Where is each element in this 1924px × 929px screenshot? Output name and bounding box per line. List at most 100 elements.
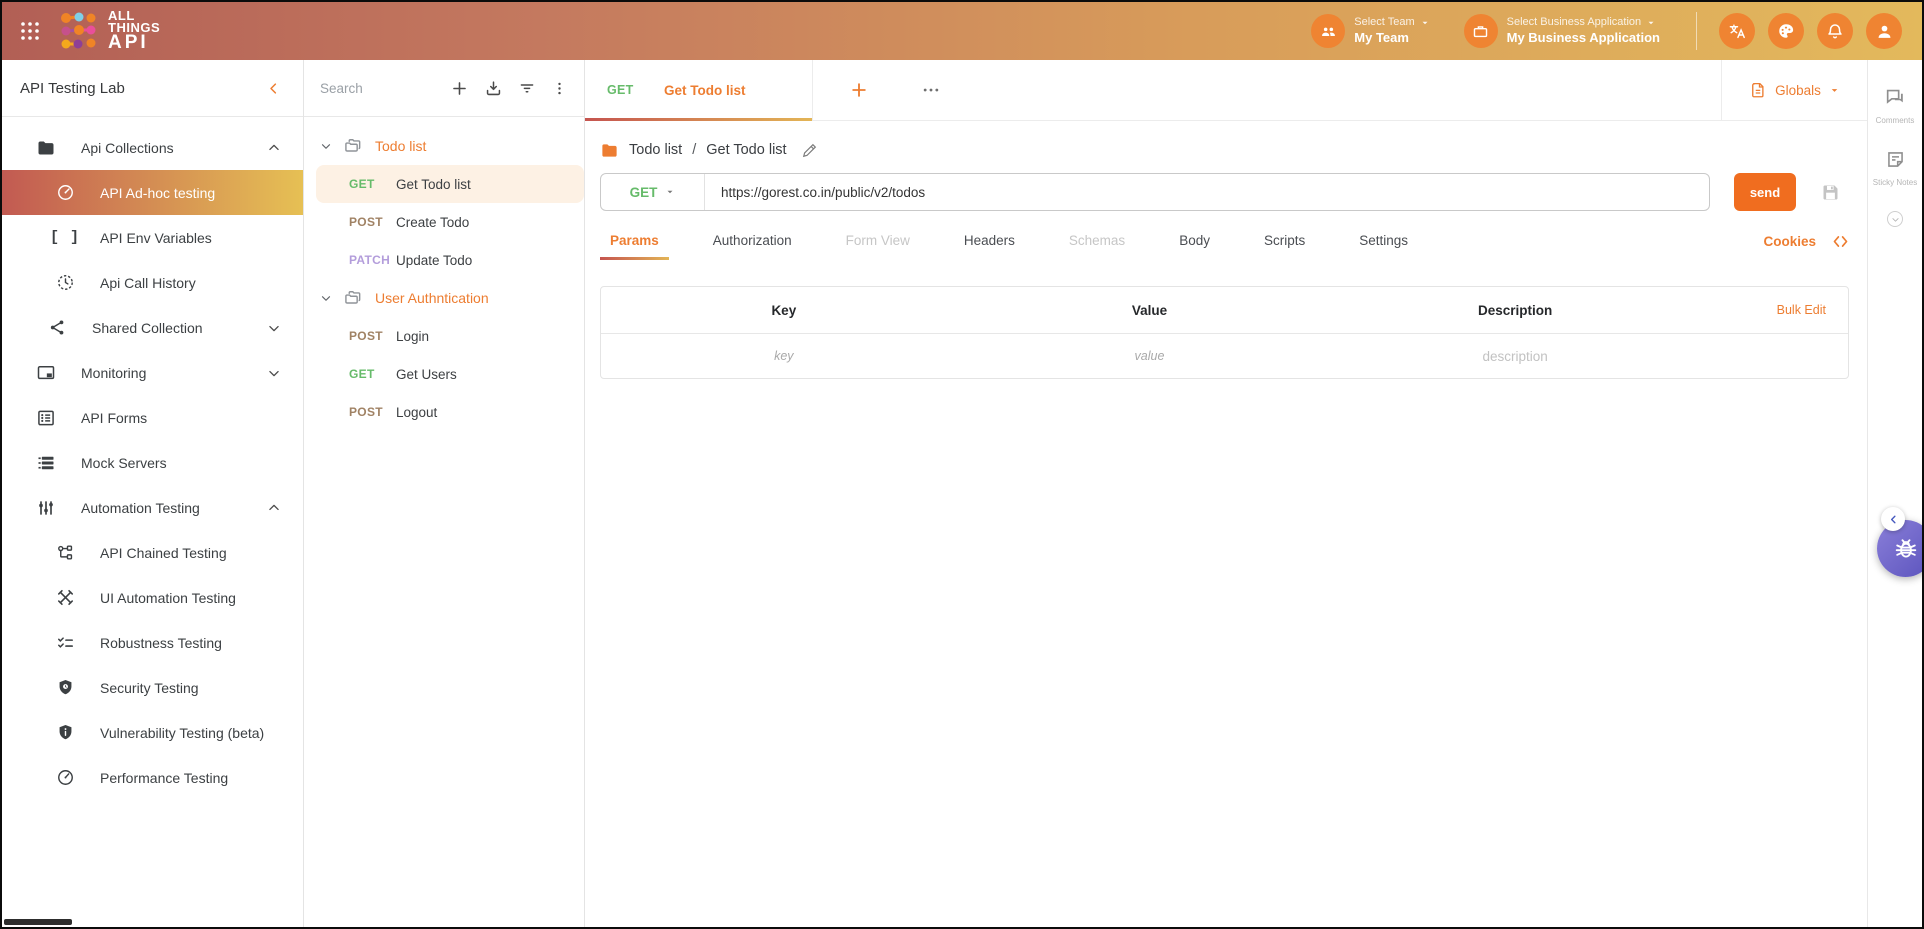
request-content: Todo list / Get Todo list GET send [585,121,1867,379]
params-table-header: Key Value Description Bulk Edit [601,287,1848,334]
business-app-selector[interactable]: Select Business Application My Business … [1464,14,1660,48]
request-subtabs: Params Authorization Form View Headers S… [600,233,1849,260]
chevron-down-icon [1420,18,1430,28]
subtab-params[interactable]: Params [600,233,669,260]
sidebar-item-ui-automation-testing[interactable]: UI Automation Testing [2,575,303,620]
globals-selector[interactable]: Globals [1721,60,1867,120]
new-tab-button[interactable] [849,80,869,100]
sidebar-item-api-call-history[interactable]: Api Call History [2,260,303,305]
add-collection-button[interactable] [450,79,469,98]
subtab-body[interactable]: Body [1169,233,1220,260]
sidebar-item-api-forms[interactable]: API Forms [2,395,303,440]
param-description-input[interactable] [1332,349,1698,364]
tree-folder-todo-list[interactable]: Todo list [304,127,584,165]
logo-mark-icon [58,10,100,52]
rail-expand-chevron-icon[interactable] [1887,211,1903,227]
tree-request-login[interactable]: POST Login [304,317,584,355]
logo-text: ALL THINGS API [108,10,160,53]
sidebar-item-robustness-testing[interactable]: Robustness Testing [2,620,303,665]
sticky-notes-button[interactable]: Sticky Notes [1873,149,1917,187]
theme-palette-button[interactable] [1768,13,1804,49]
sidebar-item-api-collections[interactable]: Api Collections [2,125,303,170]
method-badge: POST [349,405,396,419]
chevron-down-icon [267,321,281,335]
code-snippet-icon[interactable] [1832,233,1849,260]
servers-icon [35,453,57,473]
rename-pencil-icon[interactable] [801,142,818,159]
tree-folder-user-authentication[interactable]: User Authntication [304,279,584,317]
tab-get-todo-list[interactable]: GET Get Todo list [585,60,813,120]
tab-options-ellipsis-icon[interactable] [921,80,941,100]
team-selector[interactable]: Select Team My Team [1311,14,1429,48]
profile-avatar-button[interactable] [1866,13,1902,49]
sidebar-item-mock-servers[interactable]: Mock Servers [2,440,303,485]
sidebar-collapse-button[interactable] [266,81,281,96]
active-tab-underline [585,118,812,121]
method-badge: GET [349,367,396,381]
share-icon [46,318,68,337]
collections-explorer: Todo list GET Get Todo list POST Create … [304,60,585,927]
sidebar-item-api-env-variables[interactable]: [ ] API Env Variables [2,215,303,260]
horizontal-scrollbar-thumb[interactable] [4,919,72,925]
url-input[interactable] [705,185,1709,200]
business-app-selector-label: Select Business Application [1507,16,1642,30]
folders-icon [343,288,363,308]
save-icon[interactable] [1820,182,1841,203]
left-sidebar: API Testing Lab Api Collections API Ad-h… [2,60,304,927]
bulk-edit-link[interactable]: Bulk Edit [1698,303,1848,317]
subtab-scripts[interactable]: Scripts [1254,233,1315,260]
filter-icon[interactable] [518,79,536,97]
url-box: GET [600,173,1710,211]
collections-tree: Todo list GET Get Todo list POST Create … [304,117,584,431]
right-rail: Comments Sticky Notes [1867,60,1922,927]
sidebar-item-monitoring[interactable]: Monitoring [2,350,303,395]
subtab-settings[interactable]: Settings [1349,233,1418,260]
history-clock-icon [54,273,76,292]
crossed-tools-icon [54,588,76,607]
sidebar-item-shared-collection[interactable]: Shared Collection [2,305,303,350]
chevron-down-icon [665,187,675,197]
sticky-notes-label: Sticky Notes [1873,178,1917,187]
translate-button[interactable] [1719,13,1755,49]
cookies-link[interactable]: Cookies [1763,234,1816,259]
comments-button[interactable]: Comments [1876,86,1915,125]
import-button[interactable] [484,79,503,98]
speedometer-icon [54,183,76,202]
send-button[interactable]: send [1734,173,1796,211]
sidebar-item-security-testing[interactable]: Security Testing [2,665,303,710]
header-divider [1696,12,1697,50]
sidebar-nav: Api Collections API Ad-hoc testing [ ] A… [2,117,303,800]
folders-icon [343,136,363,156]
column-header-value: Value [967,303,1333,318]
breadcrumb-folder[interactable]: Todo list [629,142,682,158]
tree-request-get-todo-list[interactable]: GET Get Todo list [316,165,584,203]
apps-grid-icon[interactable] [16,17,44,45]
panel-collapse-chevron-button[interactable] [1881,507,1905,531]
param-value-input[interactable] [967,349,1333,363]
sidebar-item-api-chained-testing[interactable]: API Chained Testing [2,530,303,575]
method-dropdown[interactable]: GET [601,174,705,210]
sidebar-item-api-adhoc-testing[interactable]: API Ad-hoc testing [2,170,303,215]
checklist-icon [54,633,76,652]
notifications-bell-button[interactable] [1817,13,1853,49]
param-key-input[interactable] [601,349,967,363]
sidebar-item-automation-testing[interactable]: Automation Testing [2,485,303,530]
briefcase-icon [1464,14,1498,48]
subtab-authorization[interactable]: Authorization [703,233,802,260]
params-table-row [601,334,1848,378]
tree-request-logout[interactable]: POST Logout [304,393,584,431]
app-logo[interactable]: ALL THINGS API [58,10,160,53]
sliders-icon [35,498,57,518]
method-badge: POST [349,329,396,343]
tree-request-create-todo[interactable]: POST Create Todo [304,203,584,241]
sidebar-item-performance-testing[interactable]: Performance Testing [2,755,303,800]
method-badge: POST [349,215,396,229]
search-input[interactable] [320,81,435,96]
subtab-headers[interactable]: Headers [954,233,1025,260]
params-table: Key Value Description Bulk Edit [600,286,1849,379]
sidebar-item-vulnerability-testing[interactable]: Vulnerability Testing (beta) [2,710,303,755]
tree-request-get-users[interactable]: GET Get Users [304,355,584,393]
comments-icon [1884,86,1906,108]
kebab-menu-icon[interactable] [551,80,568,97]
tree-request-update-todo[interactable]: PATCH Update Todo [304,241,584,279]
